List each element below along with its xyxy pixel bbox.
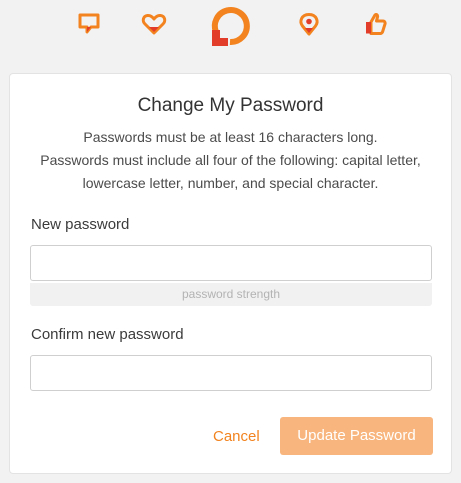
location-pin-icon[interactable] [293, 8, 325, 40]
thumbs-up-icon[interactable] [360, 8, 392, 40]
heart-icon[interactable] [138, 8, 170, 40]
confirm-password-field[interactable] [30, 355, 432, 391]
new-password-label: New password [31, 216, 130, 233]
speech-bubble-icon[interactable] [73, 8, 105, 40]
cancel-button[interactable]: Cancel [213, 428, 260, 445]
update-password-button[interactable]: Update Password [280, 417, 433, 455]
top-icon-bar [0, 0, 461, 52]
password-strength-meter: password strength [30, 283, 432, 306]
change-password-card: Change My Password Passwords must be at … [9, 73, 452, 474]
requirement-length-text: Passwords must be at least 16 characters… [83, 129, 378, 145]
requirement-characters-text: Passwords must include all four of the f… [40, 152, 421, 191]
confirm-password-label: Confirm new password [31, 326, 184, 343]
password-requirements-text: Passwords must be at least 16 characters… [24, 126, 437, 195]
app-logo [208, 4, 252, 48]
page-title: Change My Password [137, 95, 324, 116]
new-password-field[interactable] [30, 245, 432, 281]
